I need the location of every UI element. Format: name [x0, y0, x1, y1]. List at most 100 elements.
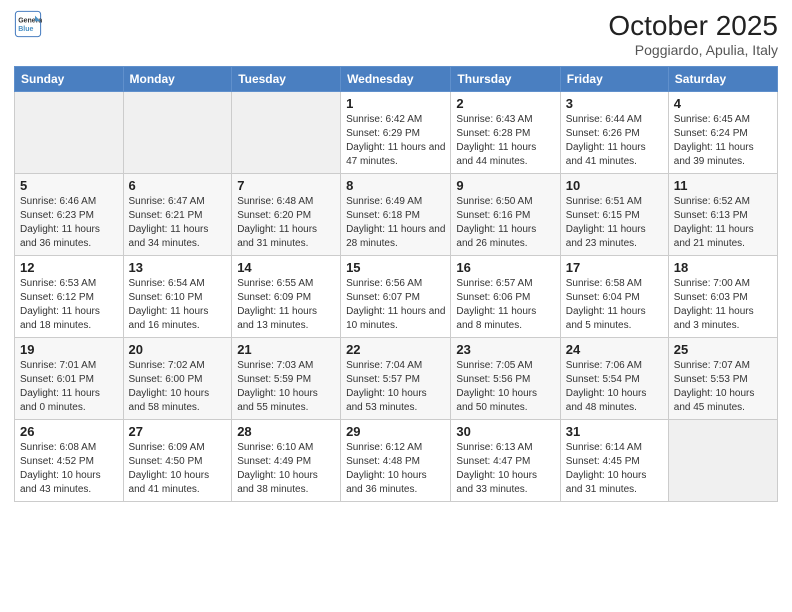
- day-info: Sunrise: 7:01 AM Sunset: 6:01 PM Dayligh…: [20, 359, 118, 415]
- calendar-cell: 10 Sunrise: 6:51 AM Sunset: 6:15 PM Dayli…: [560, 174, 668, 256]
- day-number: 17: [566, 260, 663, 275]
- calendar-cell: 25Sunrise: 7:07 AM Sunset: 5:53 PM Dayli…: [668, 338, 777, 420]
- day-info: Sunrise: 6:56 AM Sunset: 6:07 PM Dayligh…: [346, 277, 445, 333]
- day-number: 27: [129, 424, 227, 439]
- calendar-cell: [123, 92, 232, 174]
- weekday-header-cell: Thursday: [451, 67, 560, 92]
- day-number: 8: [346, 178, 445, 193]
- day-info: Sunrise: 7:02 AM Sunset: 6:00 PM Dayligh…: [129, 359, 227, 415]
- day-number: 22: [346, 342, 445, 357]
- page: General Blue October 2025 Poggiardo, Apu…: [0, 0, 792, 612]
- day-info: Sunrise: 6:55 AM Sunset: 6:09 PM Dayligh…: [237, 277, 335, 333]
- day-number: 3: [566, 96, 663, 111]
- day-info: Sunrise: 6:42 AM Sunset: 6:29 PM Dayligh…: [346, 113, 445, 169]
- calendar-cell: 18Sunrise: 7:00 AM Sunset: 6:03 PM Dayli…: [668, 256, 777, 338]
- calendar-cell: 24 Sunrise: 7:06 AM Sunset: 5:54 PM Dayli…: [560, 338, 668, 420]
- calendar-cell: 3 Sunrise: 6:44 AM Sunset: 6:26 PM Daylig…: [560, 92, 668, 174]
- day-number: 30: [456, 424, 554, 439]
- day-number: 2: [456, 96, 554, 111]
- day-info: Sunrise: 6:54 AM Sunset: 6:10 PM Dayligh…: [129, 277, 227, 333]
- day-info: Sunrise: 6:45 AM Sunset: 6:24 PM Dayligh…: [674, 113, 772, 169]
- calendar-cell: 16 Sunrise: 6:57 AM Sunset: 6:06 PM Dayli…: [451, 256, 560, 338]
- day-info: Sunrise: 6:10 AM Sunset: 4:49 PM Dayligh…: [237, 441, 335, 497]
- day-number: 25: [674, 342, 772, 357]
- day-info: Sunrise: 6:46 AM Sunset: 6:23 PM Dayligh…: [20, 195, 118, 251]
- day-number: 21: [237, 342, 335, 357]
- calendar-cell: 22Sunrise: 7:04 AM Sunset: 5:57 PM Dayli…: [341, 338, 451, 420]
- day-info: Sunrise: 6:58 AM Sunset: 6:04 PM Dayligh…: [566, 277, 663, 333]
- day-number: 24: [566, 342, 663, 357]
- calendar-cell: 11 Sunrise: 6:52 AM Sunset: 6:13 PM Dayli…: [668, 174, 777, 256]
- calendar-cell: 23 Sunrise: 7:05 AM Sunset: 5:56 PM Dayli…: [451, 338, 560, 420]
- calendar-cell: 21 Sunrise: 7:03 AM Sunset: 5:59 PM Dayli…: [232, 338, 341, 420]
- day-info: Sunrise: 6:12 AM Sunset: 4:48 PM Dayligh…: [346, 441, 445, 497]
- weekday-header-cell: Saturday: [668, 67, 777, 92]
- logo-icon: General Blue: [14, 10, 42, 38]
- day-number: 11: [674, 178, 772, 193]
- calendar-cell: [668, 420, 777, 502]
- day-info: Sunrise: 7:03 AM Sunset: 5:59 PM Dayligh…: [237, 359, 335, 415]
- day-info: Sunrise: 6:08 AM Sunset: 4:52 PM Dayligh…: [20, 441, 118, 497]
- day-info: Sunrise: 6:51 AM Sunset: 6:15 PM Dayligh…: [566, 195, 663, 251]
- calendar-cell: 6 Sunrise: 6:47 AM Sunset: 6:21 PM Daylig…: [123, 174, 232, 256]
- day-info: Sunrise: 6:57 AM Sunset: 6:06 PM Dayligh…: [456, 277, 554, 333]
- day-info: Sunrise: 7:05 AM Sunset: 5:56 PM Dayligh…: [456, 359, 554, 415]
- day-number: 23: [456, 342, 554, 357]
- day-number: 15: [346, 260, 445, 275]
- calendar-cell: 4 Sunrise: 6:45 AM Sunset: 6:24 PM Daylig…: [668, 92, 777, 174]
- day-number: 19: [20, 342, 118, 357]
- day-number: 10: [566, 178, 663, 193]
- calendar-cell: 15 Sunrise: 6:56 AM Sunset: 6:07 PM Dayli…: [341, 256, 451, 338]
- weekday-header-row: SundayMondayTuesdayWednesdayThursdayFrid…: [15, 67, 778, 92]
- calendar-cell: 17 Sunrise: 6:58 AM Sunset: 6:04 PM Dayli…: [560, 256, 668, 338]
- calendar-week-row: 19 Sunrise: 7:01 AM Sunset: 6:01 PM Dayli…: [15, 338, 778, 420]
- day-info: Sunrise: 6:47 AM Sunset: 6:21 PM Dayligh…: [129, 195, 227, 251]
- day-info: Sunrise: 7:06 AM Sunset: 5:54 PM Dayligh…: [566, 359, 663, 415]
- day-info: Sunrise: 6:44 AM Sunset: 6:26 PM Dayligh…: [566, 113, 663, 169]
- day-number: 9: [456, 178, 554, 193]
- calendar-cell: 26 Sunrise: 6:08 AM Sunset: 4:52 PM Dayli…: [15, 420, 124, 502]
- calendar-body: 1 Sunrise: 6:42 AM Sunset: 6:29 PM Daylig…: [15, 92, 778, 502]
- calendar-week-row: 1 Sunrise: 6:42 AM Sunset: 6:29 PM Daylig…: [15, 92, 778, 174]
- weekday-header-cell: Wednesday: [341, 67, 451, 92]
- day-number: 26: [20, 424, 118, 439]
- day-number: 29: [346, 424, 445, 439]
- day-number: 28: [237, 424, 335, 439]
- header: General Blue October 2025 Poggiardo, Apu…: [14, 10, 778, 58]
- day-info: Sunrise: 6:43 AM Sunset: 6:28 PM Dayligh…: [456, 113, 554, 169]
- day-number: 31: [566, 424, 663, 439]
- day-info: Sunrise: 6:14 AM Sunset: 4:45 PM Dayligh…: [566, 441, 663, 497]
- day-info: Sunrise: 6:48 AM Sunset: 6:20 PM Dayligh…: [237, 195, 335, 251]
- day-info: Sunrise: 6:53 AM Sunset: 6:12 PM Dayligh…: [20, 277, 118, 333]
- calendar-cell: [15, 92, 124, 174]
- day-number: 4: [674, 96, 772, 111]
- calendar-cell: 2 Sunrise: 6:43 AM Sunset: 6:28 PM Daylig…: [451, 92, 560, 174]
- weekday-header-cell: Sunday: [15, 67, 124, 92]
- day-info: Sunrise: 6:52 AM Sunset: 6:13 PM Dayligh…: [674, 195, 772, 251]
- calendar-cell: 27Sunrise: 6:09 AM Sunset: 4:50 PM Dayli…: [123, 420, 232, 502]
- month-title: October 2025: [608, 10, 778, 42]
- calendar-cell: 12 Sunrise: 6:53 AM Sunset: 6:12 PM Dayli…: [15, 256, 124, 338]
- svg-text:Blue: Blue: [18, 26, 33, 33]
- calendar-cell: 1 Sunrise: 6:42 AM Sunset: 6:29 PM Daylig…: [341, 92, 451, 174]
- calendar-cell: 28 Sunrise: 6:10 AM Sunset: 4:49 PM Dayli…: [232, 420, 341, 502]
- day-number: 16: [456, 260, 554, 275]
- calendar-cell: 9 Sunrise: 6:50 AM Sunset: 6:16 PM Daylig…: [451, 174, 560, 256]
- day-number: 7: [237, 178, 335, 193]
- calendar-cell: 5Sunrise: 6:46 AM Sunset: 6:23 PM Daylig…: [15, 174, 124, 256]
- day-info: Sunrise: 6:50 AM Sunset: 6:16 PM Dayligh…: [456, 195, 554, 251]
- calendar-cell: 31 Sunrise: 6:14 AM Sunset: 4:45 PM Dayli…: [560, 420, 668, 502]
- calendar: SundayMondayTuesdayWednesdayThursdayFrid…: [14, 66, 778, 502]
- day-number: 6: [129, 178, 227, 193]
- day-number: 12: [20, 260, 118, 275]
- calendar-cell: [232, 92, 341, 174]
- calendar-cell: 30 Sunrise: 6:13 AM Sunset: 4:47 PM Dayli…: [451, 420, 560, 502]
- day-info: Sunrise: 6:13 AM Sunset: 4:47 PM Dayligh…: [456, 441, 554, 497]
- weekday-header-cell: Tuesday: [232, 67, 341, 92]
- day-number: 1: [346, 96, 445, 111]
- weekday-header-cell: Monday: [123, 67, 232, 92]
- calendar-cell: 19 Sunrise: 7:01 AM Sunset: 6:01 PM Dayli…: [15, 338, 124, 420]
- subtitle: Poggiardo, Apulia, Italy: [608, 42, 778, 58]
- calendar-week-row: 12 Sunrise: 6:53 AM Sunset: 6:12 PM Dayli…: [15, 256, 778, 338]
- calendar-week-row: 26 Sunrise: 6:08 AM Sunset: 4:52 PM Dayli…: [15, 420, 778, 502]
